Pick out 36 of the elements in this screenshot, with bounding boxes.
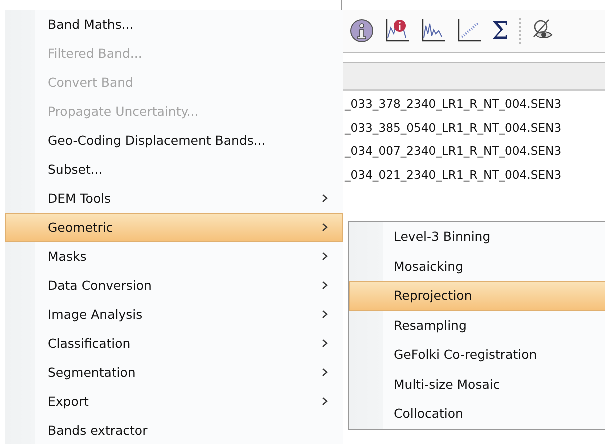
histogram-icon[interactable] [420, 18, 446, 44]
info-icon[interactable] [350, 19, 374, 43]
menu-item[interactable]: Classification [5, 329, 343, 358]
file-name[interactable]: _034_007_2340_LR1_R_NT_004.SEN3 [342, 140, 605, 164]
chevron-right-icon [322, 339, 328, 348]
menu-item[interactable]: Segmentation [5, 358, 343, 387]
submenu-item[interactable]: Resampling [349, 310, 605, 340]
menu-item[interactable]: Bands extractor [5, 416, 343, 444]
menu-item[interactable]: Geometric [5, 213, 343, 242]
chevron-right-icon [322, 281, 328, 290]
menu-item[interactable]: Masks [5, 242, 343, 271]
chevron-right-icon [322, 194, 328, 203]
submenu-item[interactable]: Collocation [349, 399, 605, 428]
menu-item[interactable]: Band Maths... [5, 10, 343, 39]
menu-item[interactable]: Subset... [5, 155, 343, 184]
menu-item[interactable]: Data Conversion [5, 271, 343, 300]
file-name[interactable]: _033_385_0540_LR1_R_NT_004.SEN3 [342, 116, 605, 140]
file-name[interactable]: _034_021_2340_LR1_R_NT_004.SEN3 [342, 164, 605, 187]
menu-item[interactable]: Export [5, 387, 343, 416]
file-name[interactable]: _033_378_2340_LR1_R_NT_004.SEN3 [342, 93, 605, 116]
menu-item[interactable]: DEM Tools [5, 184, 343, 213]
menu-item[interactable]: Geo-Coding Displacement Bands... [5, 126, 343, 155]
sum-icon[interactable]: Σ [492, 19, 509, 43]
submenu-item[interactable]: Reprojection [349, 281, 605, 310]
submenu-item[interactable]: Multi-size Mosaic [349, 370, 605, 399]
scatter-plot-icon[interactable] [456, 18, 482, 44]
menu-item[interactable]: Image Analysis [5, 300, 343, 329]
chart-info-icon[interactable] [384, 18, 410, 44]
submenu-item[interactable]: GeFolki Co-registration [349, 340, 605, 370]
chevron-right-icon [322, 223, 328, 232]
chevron-right-icon [322, 252, 328, 261]
submenu-item[interactable]: Mosaicking [349, 252, 605, 281]
chevron-right-icon [322, 310, 328, 319]
submenu-item[interactable]: Level-3 Binning [349, 222, 605, 252]
chevron-right-icon [322, 397, 328, 406]
chevron-right-icon [322, 368, 328, 377]
